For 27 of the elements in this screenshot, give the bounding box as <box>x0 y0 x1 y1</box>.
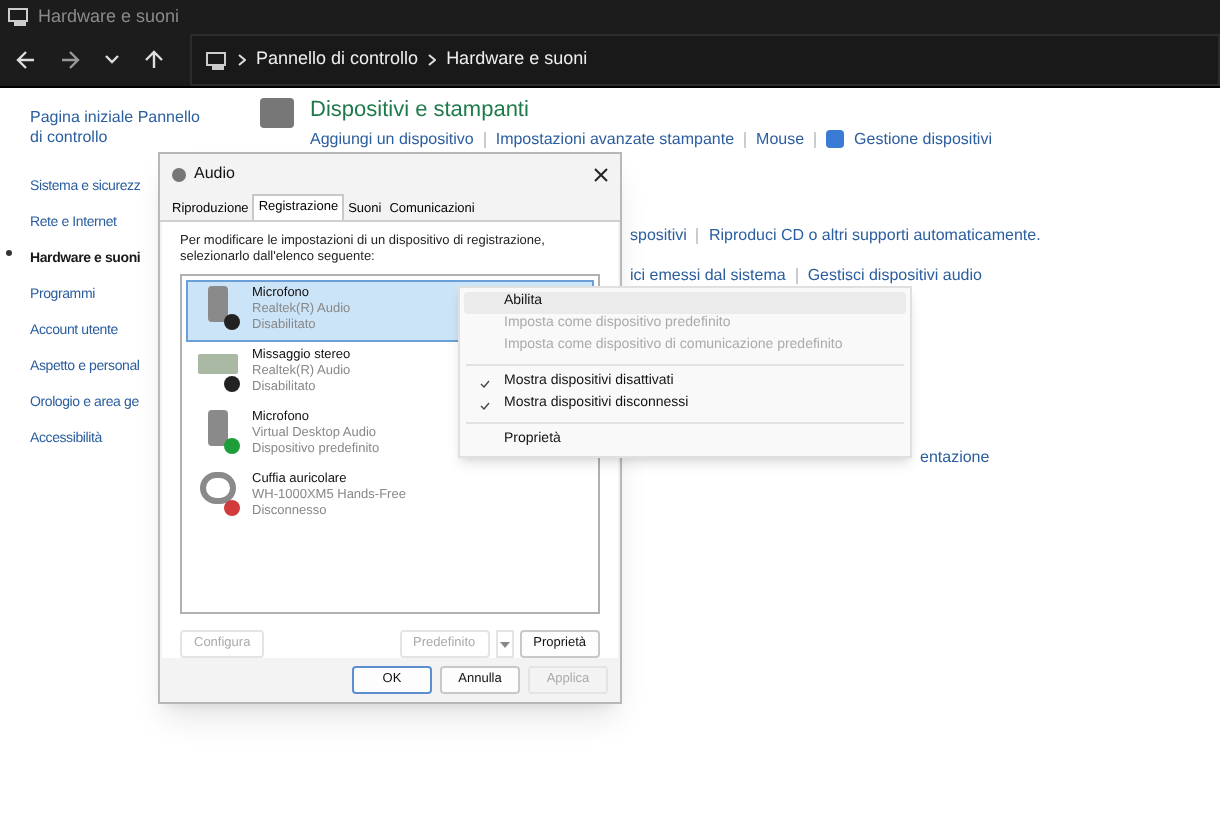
dialog-title: Audio <box>194 162 237 186</box>
window-title: Hardware e suoni <box>38 3 180 30</box>
sidebar-link[interactable]: Pagina iniziale Pannello di controllo <box>30 108 210 148</box>
link[interactable]: Impostazioni avanzate stampante <box>495 127 735 151</box>
link[interactable]: Aggiungi un dispositivo <box>310 127 474 151</box>
link[interactable]: entazione <box>920 445 990 469</box>
forward-arrow-icon[interactable] <box>60 50 80 70</box>
link[interactable]: Riproduci CD o altri supporti automaticamente. <box>708 223 1041 247</box>
control-panel-icon <box>8 8 30 26</box>
link[interactable]: Mouse <box>756 127 805 151</box>
link[interactable]: Gestione dispositivi <box>854 127 992 151</box>
control-panel-icon <box>206 51 228 69</box>
up-arrow-icon[interactable] <box>144 50 164 70</box>
caret-icon <box>499 641 510 647</box>
chevron-right-icon <box>428 54 437 66</box>
link[interactable]: spositivi <box>630 223 687 247</box>
section-title[interactable]: Dispositivi e stampanti <box>310 94 992 127</box>
breadcrumb-link[interactable]: Pannello di controllo <box>256 46 419 74</box>
address-bar[interactable]: Pannello di controllo Hardware e suoni <box>190 34 1220 86</box>
back-arrow-icon[interactable] <box>16 50 36 70</box>
dropdown-arrow-button[interactable] <box>495 630 514 658</box>
chevron-down-icon[interactable] <box>104 54 120 66</box>
breadcrumb-link[interactable]: Hardware e suoni <box>446 46 588 74</box>
link[interactable]: Gestisci dispositivi audio <box>807 263 982 287</box>
link[interactable]: ici emessi dal sistema <box>630 263 786 287</box>
close-icon[interactable] <box>594 167 608 181</box>
chevron-right-icon <box>238 54 246 66</box>
